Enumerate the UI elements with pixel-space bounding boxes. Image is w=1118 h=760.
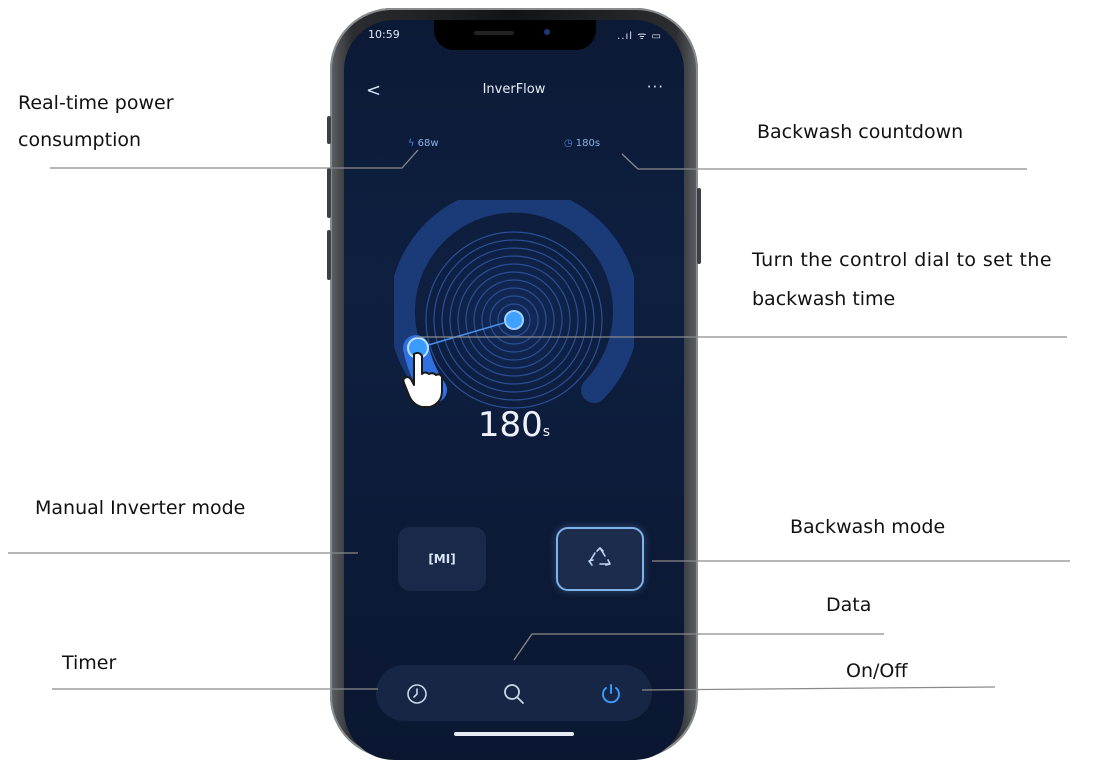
data-tab-button[interactable] [501,681,527,707]
backwash-mode-button[interactable] [556,527,644,591]
power-toggle-button[interactable] [598,681,624,707]
page-title: InverFlow [482,82,546,97]
bolt-icon: ϟ [408,138,415,149]
dial-value: 180 [477,405,543,445]
mute-switch [327,116,331,144]
callout-power-line1: Real-time power [18,92,174,114]
side-button [697,188,701,264]
callout-data: Data [826,594,872,616]
search-icon [504,684,524,704]
more-menu-button[interactable]: ··· [647,78,664,96]
home-indicator [454,732,574,736]
speaker-grille [474,31,514,35]
callout-dial-line1: Turn the control dial to set the [752,249,1052,271]
control-dial[interactable] [394,200,634,440]
dial-value-display: 180s [344,405,684,445]
notch [434,20,596,50]
callout-manual: Manual Inverter mode [35,497,246,519]
callout-backwash: Backwash mode [790,516,946,538]
recycle-icon [588,547,611,566]
dial-center [504,310,524,330]
callout-countdown: Backwash countdown [757,121,964,143]
timer-tab-button[interactable] [404,681,430,707]
clock-icon [407,684,427,704]
callout-dial-line2: backwash time [752,288,896,310]
countdown-value: 180s [575,138,601,149]
manual-mode-icon: [MI] [428,552,456,566]
dial-unit: s [542,424,551,440]
power-value: 68w [417,138,439,149]
callout-timer: Timer [62,652,117,674]
phone-frame: 10:59 ..ıl ᯤ ▭ < InverFlow ··· ϟ 68w ◷ 180… [327,8,701,760]
bottom-tab-bar [376,665,652,721]
status-icons: ..ıl ᯤ ▭ [617,31,662,42]
power-icon [602,684,620,704]
camera-icon [544,29,550,35]
power-readout: ϟ 68w [408,138,439,149]
callout-power-line2: consumption [18,129,142,151]
timer-icon: ◷ [564,138,573,149]
callout-onoff: On/Off [846,660,908,682]
status-time: 10:59 [368,28,400,41]
app-screen: 10:59 ..ıl ᯤ ▭ < InverFlow ··· ϟ 68w ◷ 180… [344,20,684,760]
manual-inverter-mode-button[interactable]: [MI] [398,527,486,591]
volume-up-button [327,168,331,218]
countdown-readout: ◷ 180s [564,138,600,149]
volume-down-button [327,230,331,280]
